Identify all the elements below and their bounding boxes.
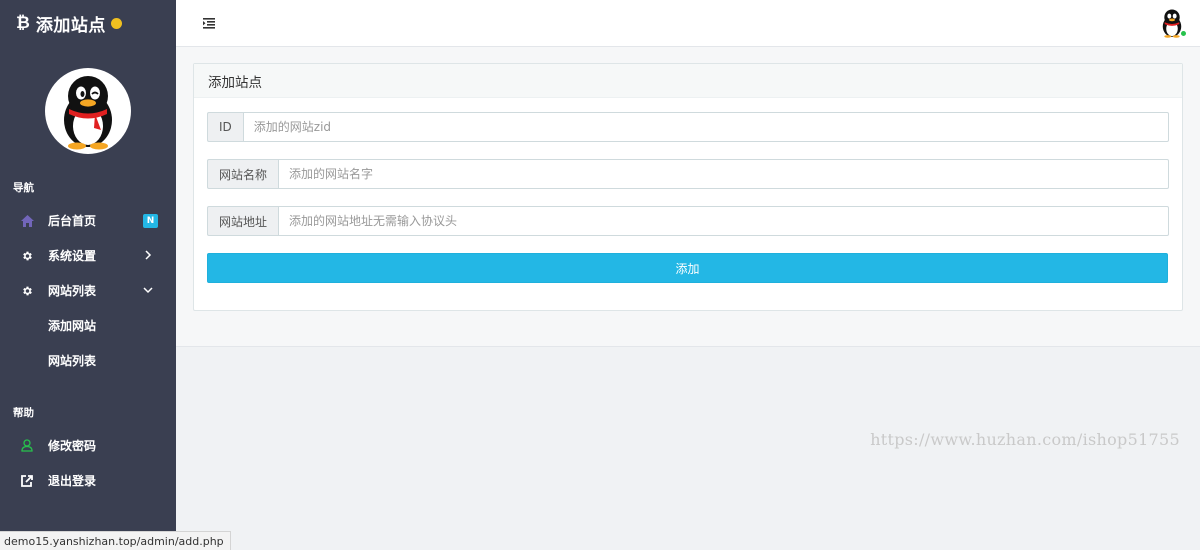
id-input[interactable] — [242, 112, 1169, 142]
sidebar: ₿ 添加站点 导航 后台首页 N 系统设置 网站列表 添加网站 网站列表 帮助 … — [0, 0, 176, 550]
gear-icon — [19, 283, 35, 299]
site-url-input-group: 网站地址 — [207, 206, 1169, 236]
add-button[interactable]: 添加 — [207, 253, 1168, 283]
chevron-down-icon — [142, 284, 154, 296]
site-name-input-group: 网站名称 — [207, 159, 1169, 189]
sidebar-item-label: 修改密码 — [48, 439, 97, 453]
user-icon — [19, 438, 35, 454]
main-content: 添加站点 ID 网站名称 网站地址 添加 — [176, 47, 1200, 347]
watermark-text: https://www.huzhan.com/ishop51755 — [870, 430, 1180, 449]
id-label: ID — [207, 112, 243, 142]
gear-icon — [19, 248, 35, 264]
sidebar-item-home[interactable]: 后台首页 N — [0, 203, 176, 238]
avatar[interactable] — [45, 68, 131, 154]
id-input-group: ID — [207, 112, 1169, 142]
sidebar-item-change-password[interactable]: 修改密码 — [0, 428, 176, 463]
home-icon — [19, 213, 35, 229]
user-avatar[interactable] — [1158, 8, 1187, 38]
sidebar-subitem-add-site[interactable]: 添加网站 — [0, 308, 176, 343]
bitcoin-icon: ₿ — [16, 13, 30, 33]
avatar-container — [0, 68, 176, 154]
menu-toggle-icon[interactable] — [202, 16, 216, 30]
help-section-title: 帮助 — [13, 407, 34, 419]
sidebar-item-label: 系统设置 — [48, 249, 97, 263]
new-badge: N — [143, 214, 158, 228]
badge-icon — [110, 18, 122, 29]
status-bar-url: demo15.yanshizhan.top/admin/add.php — [0, 531, 231, 550]
site-url-input[interactable] — [278, 206, 1169, 236]
sign-out-icon — [19, 473, 35, 489]
top-header — [176, 0, 1200, 47]
site-name-input[interactable] — [278, 159, 1169, 189]
penguin-icon — [64, 76, 112, 150]
sidebar-subitem-site-list[interactable]: 网站列表 — [0, 343, 176, 378]
sidebar-item-site-list[interactable]: 网站列表 — [0, 273, 176, 308]
sidebar-item-label: 退出登录 — [48, 474, 97, 488]
brand-title: 添加站点 — [35, 15, 106, 36]
site-name-label: 网站名称 — [207, 159, 279, 189]
panel-body: ID 网站名称 网站地址 添加 — [194, 98, 1182, 283]
sidebar-item-system-settings[interactable]: 系统设置 — [0, 238, 176, 273]
brand[interactable]: ₿ 添加站点 — [0, 0, 176, 46]
sidebar-item-label: 网站列表 — [48, 284, 97, 298]
chevron-right-icon — [142, 249, 154, 261]
add-site-panel: 添加站点 ID 网站名称 网站地址 添加 — [193, 63, 1183, 311]
online-status-dot — [1180, 30, 1187, 37]
sidebar-item-label: 后台首页 — [48, 214, 97, 228]
sidebar-item-logout[interactable]: 退出登录 — [0, 463, 176, 498]
panel-title: 添加站点 — [194, 64, 1182, 98]
nav-section-title: 导航 — [13, 182, 34, 194]
site-url-label: 网站地址 — [207, 206, 279, 236]
